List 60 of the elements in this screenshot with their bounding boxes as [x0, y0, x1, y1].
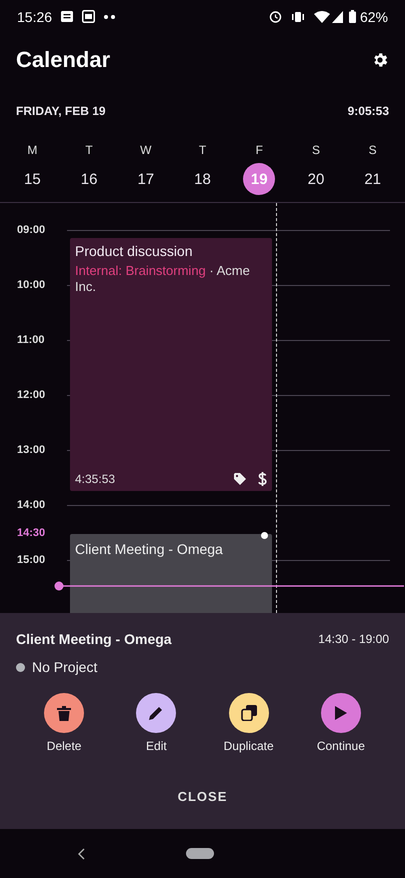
entry-time-range: 14:30 - 19:00	[318, 632, 389, 646]
more-icon	[104, 14, 116, 18]
weekday-label: F	[256, 143, 263, 159]
pencil-icon	[149, 706, 164, 720]
action-label: Delete	[46, 739, 82, 753]
alarm-icon	[268, 10, 282, 23]
time-label: 14:30	[16, 526, 46, 541]
battery-level: 62%	[360, 8, 388, 24]
weekday-label: T	[85, 143, 93, 159]
event-title: Client Meeting - Omega	[75, 541, 224, 557]
time-label: 13:00	[16, 443, 46, 458]
time-label: 09:00	[16, 223, 46, 238]
weekday-label: W	[140, 143, 152, 159]
weekday-label: S	[368, 143, 377, 159]
entry-title: Client Meeting - Omega	[16, 631, 172, 647]
home-pill-icon[interactable]	[186, 848, 214, 859]
action-button[interactable]	[136, 693, 176, 733]
app-title: Calendar	[16, 47, 110, 73]
day-button[interactable]: 18	[186, 163, 219, 195]
play-icon	[334, 706, 347, 720]
time-label: 14:00	[16, 498, 46, 513]
wifi-icon	[314, 10, 330, 22]
status-time: 15:26	[17, 8, 52, 24]
action-button[interactable]	[320, 693, 361, 733]
day-button[interactable]: 21	[356, 163, 389, 195]
event-card[interactable]: Product discussion Internal: Brainstorming · Acme Inc. 4:35:53	[70, 238, 272, 491]
time-label: 15:00	[16, 553, 46, 568]
action-label: Continue	[316, 739, 365, 753]
notification-icon	[61, 11, 74, 22]
time-label: 12:00	[16, 388, 46, 403]
weekday-label: T	[198, 143, 206, 159]
copy-icon	[240, 705, 257, 721]
event-duration: 4:35:53	[75, 472, 116, 486]
trash-icon	[57, 706, 72, 720]
event-project: Internal: Brainstorming · Acme Inc.	[75, 263, 251, 295]
time-label: 11:00	[16, 333, 46, 348]
project-dot	[16, 662, 25, 672]
time-label: 10:00	[16, 278, 46, 293]
clock-label: 9:05:53	[348, 104, 389, 118]
weekday-label: S	[312, 143, 320, 159]
action-button[interactable]	[44, 693, 84, 733]
action-button[interactable]	[228, 693, 269, 733]
back-icon[interactable]	[78, 848, 86, 860]
battery-icon	[348, 10, 356, 23]
event-card[interactable]: Client Meeting - Omega	[70, 534, 272, 613]
action-label: Edit	[146, 739, 167, 753]
day-button[interactable]: 16	[73, 163, 106, 195]
date-label: FRIDAY, FEB 19	[16, 104, 106, 118]
calendar-icon	[82, 10, 96, 23]
vibrate-icon	[290, 10, 305, 22]
resize-handle-icon[interactable]	[261, 532, 268, 539]
weekday-label: M	[27, 143, 38, 159]
event-title: Product discussion	[75, 243, 194, 259]
day-button[interactable]: 17	[130, 163, 162, 195]
day-button[interactable]: 15	[16, 163, 48, 195]
day-button[interactable]: 20	[300, 163, 332, 195]
project-label: No Project	[32, 659, 98, 675]
signal-icon	[332, 10, 343, 22]
action-label: Duplicate	[224, 739, 274, 753]
close-button[interactable]: CLOSE	[168, 783, 238, 810]
